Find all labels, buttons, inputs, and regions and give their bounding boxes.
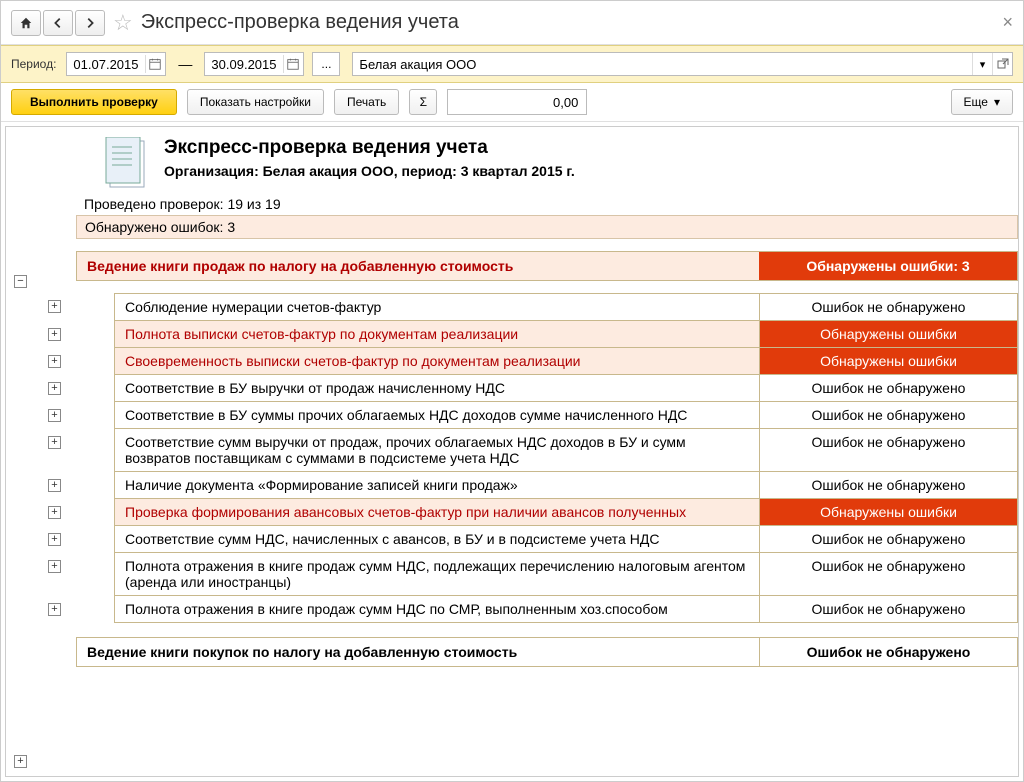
check-item-status: Обнаружены ошибки (759, 499, 1017, 525)
check-item-row[interactable]: Соответствие сумм выручки от продаж, про… (114, 429, 1018, 472)
date-from-field[interactable] (66, 52, 166, 76)
check-item-row[interactable]: Полнота отражения в книге продаж сумм НД… (114, 553, 1018, 596)
check-item-status: Обнаружены ошибки (759, 348, 1017, 374)
calendar-icon (286, 57, 300, 71)
report-title: Экспресс-проверка ведения учета (164, 137, 575, 159)
report-document-icon (104, 137, 152, 191)
expand-toggle[interactable]: + (48, 328, 61, 341)
section-status: Ошибок не обнаружено (759, 638, 1017, 666)
check-item-row[interactable]: Соблюдение нумерации счетов-фактурОшибок… (114, 293, 1018, 321)
calendar-icon (148, 57, 162, 71)
expand-toggle[interactable]: + (48, 300, 61, 313)
expand-toggle[interactable]: + (48, 436, 61, 449)
date-to-field[interactable] (204, 52, 304, 76)
check-item-title: Полнота выписки счетов-фактур по докумен… (115, 321, 759, 347)
sum-field[interactable] (447, 89, 587, 115)
sum-button[interactable]: Σ (409, 89, 437, 115)
org-dropdown-button[interactable]: ▾ (972, 53, 992, 75)
check-item-title: Проверка формирования авансовых счетов-ф… (115, 499, 759, 525)
section-title: Ведение книги продаж по налогу на добавл… (77, 252, 759, 280)
section-status: Обнаружены ошибки: 3 (759, 252, 1017, 280)
close-icon[interactable]: × (1002, 12, 1013, 33)
show-settings-button[interactable]: Показать настройки (187, 89, 324, 115)
check-item-title: Наличие документа «Формирование записей … (115, 472, 759, 498)
calendar-from-button[interactable] (145, 55, 163, 73)
back-button[interactable] (43, 10, 73, 36)
check-item-title: Соответствие в БУ суммы прочих облагаемы… (115, 402, 759, 428)
check-item-status: Ошибок не обнаружено (759, 402, 1017, 428)
check-item-row[interactable]: Полнота выписки счетов-фактур по докумен… (114, 321, 1018, 348)
report-area[interactable]: Экспресс-проверка ведения учета Организа… (1, 122, 1023, 781)
chevron-down-icon: ▾ (994, 95, 1000, 109)
forward-button[interactable] (75, 10, 105, 36)
check-item-row[interactable]: Полнота отражения в книге продаж сумм НД… (114, 596, 1018, 623)
arrow-left-icon (51, 16, 65, 30)
expand-toggle[interactable]: + (48, 560, 61, 573)
org-open-button[interactable] (992, 53, 1012, 75)
section-sales-book[interactable]: Ведение книги продаж по налогу на добавл… (76, 251, 1018, 281)
params-bar: Период: — ... ▾ (1, 45, 1023, 83)
check-item-row[interactable]: Соответствие в БУ выручки от продаж начи… (114, 375, 1018, 402)
action-bar: Выполнить проверку Показать настройки Пе… (1, 83, 1023, 122)
check-item-status: Ошибок не обнаружено (759, 375, 1017, 401)
expand-toggle[interactable]: + (14, 755, 27, 768)
check-item-status: Ошибок не обнаружено (759, 429, 1017, 471)
check-item-title: Соблюдение нумерации счетов-фактур (115, 294, 759, 320)
run-check-button[interactable]: Выполнить проверку (11, 89, 177, 115)
open-external-icon (997, 58, 1009, 70)
date-to-input[interactable] (211, 57, 283, 72)
expand-toggle[interactable]: + (48, 603, 61, 616)
expand-toggle[interactable]: + (48, 506, 61, 519)
checks-done-row: Проведено проверок: 19 из 19 (76, 193, 1018, 215)
favorite-star-icon[interactable]: ☆ (113, 10, 133, 36)
expand-toggle[interactable]: + (48, 409, 61, 422)
arrow-right-icon (83, 16, 97, 30)
date-from-input[interactable] (73, 57, 145, 72)
check-item-title: Своевременность выписки счетов-фактур по… (115, 348, 759, 374)
check-items-list: Соблюдение нумерации счетов-фактурОшибок… (6, 293, 1018, 623)
check-item-status: Ошибок не обнаружено (759, 553, 1017, 595)
check-item-title: Соответствие сумм выручки от продаж, про… (115, 429, 759, 471)
check-item-status: Обнаружены ошибки (759, 321, 1017, 347)
check-item-status: Ошибок не обнаружено (759, 596, 1017, 622)
expand-toggle[interactable]: + (48, 382, 61, 395)
home-icon (19, 16, 33, 30)
app-window: ☆ Экспресс-проверка ведения учета × Пери… (0, 0, 1024, 782)
date-dash: — (178, 56, 192, 72)
report-subtitle: Организация: Белая акация ООО, период: 3… (164, 163, 575, 179)
section-purchase-book[interactable]: Ведение книги покупок по налогу на добав… (76, 637, 1018, 667)
check-item-row[interactable]: Проверка формирования авансовых счетов-ф… (114, 499, 1018, 526)
period-choose-button[interactable]: ... (312, 52, 340, 76)
check-item-status: Ошибок не обнаружено (759, 526, 1017, 552)
period-label: Период: (11, 57, 56, 71)
check-item-row[interactable]: Соответствие сумм НДС, начисленных с ава… (114, 526, 1018, 553)
expand-toggle[interactable]: + (48, 355, 61, 368)
check-item-row[interactable]: Своевременность выписки счетов-фактур по… (114, 348, 1018, 375)
section-title: Ведение книги покупок по налогу на добав… (77, 638, 759, 666)
expand-toggle[interactable]: + (48, 479, 61, 492)
check-item-title: Полнота отражения в книге продаж сумм НД… (115, 553, 759, 595)
expand-toggle[interactable]: − (14, 275, 27, 288)
more-label: Еще (964, 95, 988, 109)
home-button[interactable] (11, 10, 41, 36)
expand-toggle[interactable]: + (48, 533, 61, 546)
check-item-status: Ошибок не обнаружено (759, 294, 1017, 320)
check-item-row[interactable]: Соответствие в БУ суммы прочих облагаемы… (114, 402, 1018, 429)
check-item-row[interactable]: Наличие документа «Формирование записей … (114, 472, 1018, 499)
titlebar: ☆ Экспресс-проверка ведения учета × (1, 1, 1023, 45)
org-field[interactable]: ▾ (352, 52, 1013, 76)
window-title: Экспресс-проверка ведения учета (141, 11, 459, 34)
check-item-title: Соответствие сумм НДС, начисленных с ава… (115, 526, 759, 552)
calendar-to-button[interactable] (283, 55, 301, 73)
errors-found-row: Обнаружено ошибок: 3 (76, 215, 1018, 239)
more-button[interactable]: Еще ▾ (951, 89, 1013, 115)
org-input[interactable] (353, 57, 972, 72)
print-button[interactable]: Печать (334, 89, 399, 115)
check-item-status: Ошибок не обнаружено (759, 472, 1017, 498)
check-item-title: Соответствие в БУ выручки от продаж начи… (115, 375, 759, 401)
check-item-title: Полнота отражения в книге продаж сумм НД… (115, 596, 759, 622)
